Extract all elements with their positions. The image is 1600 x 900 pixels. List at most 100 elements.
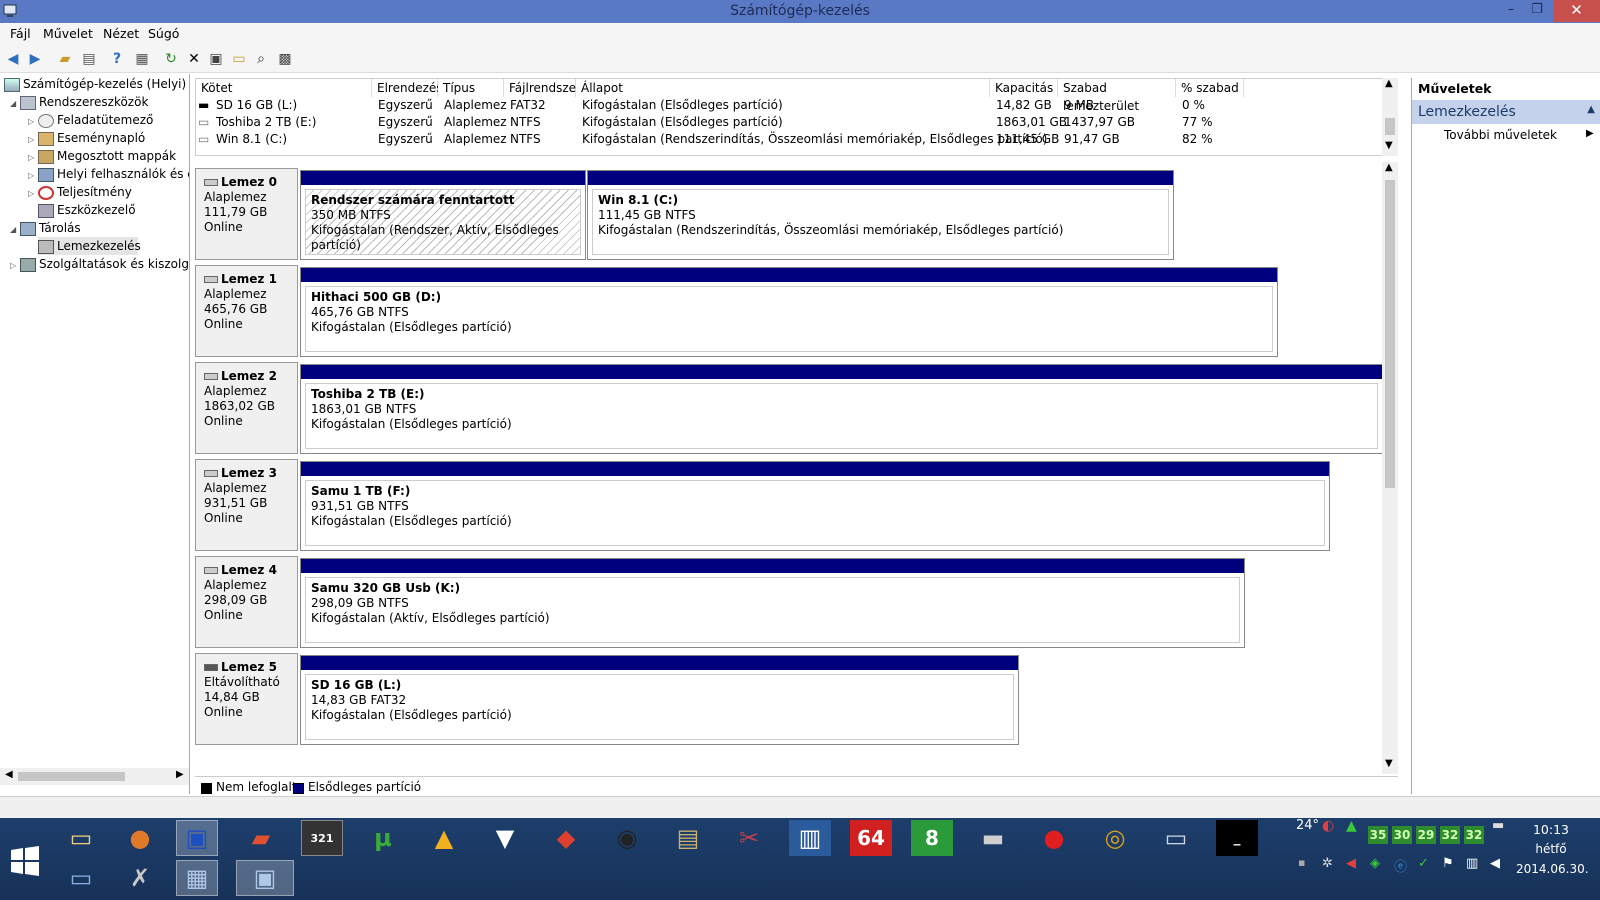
table-row[interactable]: ▬ SD 16 GB (L:) Egyszerű Alaplemez FAT32… <box>196 97 1366 114</box>
tray-temp-badge[interactable]: 35 <box>1368 826 1388 844</box>
properties-icon[interactable]: ▣ <box>207 50 225 68</box>
scrollbar-thumb[interactable] <box>1385 118 1395 135</box>
tray-shield-icon[interactable]: ◈ <box>1370 856 1380 871</box>
tree-item-local-users[interactable]: ▷ Helyi felhasználók és cs <box>28 165 189 183</box>
network-icon[interactable]: ▥ <box>1466 856 1478 871</box>
column-header-free-space[interactable]: Szabad lemezterület <box>1058 79 1176 113</box>
minimize-button[interactable]: – <box>1498 0 1524 22</box>
ccleaner-icon[interactable]: ◆ <box>545 820 587 856</box>
disk-label[interactable]: Lemez 5 Eltávolítható 14,84 GB Online <box>195 653 298 745</box>
office-icon[interactable]: ▰ <box>240 820 282 856</box>
settings-icon[interactable]: ▩ <box>276 50 294 68</box>
collapse-arrow-icon[interactable]: ◢ <box>10 221 20 239</box>
expand-arrow-icon[interactable]: ▷ <box>10 257 20 275</box>
column-header-capacity[interactable]: Kapacitás <box>990 79 1058 97</box>
forward-arrow-icon[interactable]: ▶ <box>26 50 44 68</box>
more-actions-item[interactable]: További műveletek <box>1444 128 1557 142</box>
utorrent-icon[interactable]: µ <box>362 820 404 856</box>
tree-horizontal-scrollbar[interactable]: ◀ ▶ <box>0 768 189 785</box>
tree-item-disk-management[interactable]: Lemezkezelés <box>38 237 141 255</box>
resource-monitor-icon[interactable]: ▭ <box>1155 820 1197 856</box>
disk-label[interactable]: Lemez 2 Alaplemez 1863,02 GB Online <box>195 362 298 454</box>
tray-tools-icon[interactable]: ✲ <box>1322 856 1333 871</box>
disk-5[interactable]: Lemez 5 Eltávolítható 14,84 GB Online SD… <box>195 653 1378 745</box>
flag-icon[interactable]: ⚑ <box>1442 856 1454 871</box>
partition-sd-l[interactable]: SD 16 GB (L:) 14,83 GB FAT32 Kifogástala… <box>300 655 1019 745</box>
disc-burner-icon[interactable]: ◎ <box>1094 820 1136 856</box>
menu-file[interactable]: Fájl <box>10 26 31 41</box>
menu-view[interactable]: Nézet <box>103 26 139 41</box>
delete-icon[interactable]: ✕ <box>185 50 203 68</box>
tree-item-performance[interactable]: ▷ Teljesítmény <box>28 183 132 201</box>
tray-small-icon[interactable]: ▪ <box>1298 856 1305 869</box>
disk-3[interactable]: Lemez 3 Alaplemez 931,51 GB Online Samu … <box>195 459 1378 551</box>
submenu-arrow-icon[interactable]: ▶ <box>1586 128 1594 139</box>
scrollbar-thumb[interactable] <box>1385 180 1395 488</box>
tree-item-system-tools[interactable]: ◢ Rendszereszközök <box>10 93 148 111</box>
tray-temp-badge[interactable]: 29 <box>1416 826 1436 844</box>
column-header-layout[interactable]: Elrendezés <box>372 79 443 97</box>
hard-disk-tool-icon[interactable]: ▬ <box>972 820 1014 856</box>
aimp-icon[interactable]: ▲ <box>423 820 465 856</box>
scroll-down-icon[interactable]: ▼ <box>1385 758 1393 769</box>
scroll-right-icon[interactable]: ▶ <box>176 769 184 780</box>
windows-start-icon[interactable] <box>10 846 40 876</box>
ninja-app-icon[interactable]: ◉ <box>606 820 648 856</box>
start8-icon[interactable]: 8 <box>911 820 953 856</box>
tray-skype-icon[interactable]: ⓔ <box>1394 856 1407 875</box>
aida64-icon[interactable]: 64 <box>850 820 892 856</box>
table-row[interactable]: ▭ Win 8.1 (C:) Egyszerű Alaplemez NTFS K… <box>196 131 1366 148</box>
tray-up-arrow-icon[interactable]: ▲ <box>1346 818 1357 834</box>
search-icon[interactable]: ⌕ <box>252 50 270 68</box>
table-row[interactable]: ▭ Toshiba 2 TB (E:) Egyszerű Alaplemez N… <box>196 114 1366 131</box>
file-explorer-icon[interactable]: ▭ <box>60 820 102 856</box>
actions-section-disk-management[interactable]: Lemezkezelés ▲ <box>1412 100 1600 124</box>
collapse-arrow-icon[interactable]: ◢ <box>10 95 20 113</box>
partition-toshiba-e[interactable]: Toshiba 2 TB (E:) 1863,01 GB NTFS Kifogá… <box>300 364 1383 454</box>
menu-action[interactable]: Művelet <box>43 26 93 41</box>
tree-item-task-scheduler[interactable]: ▷ Feladatütemező <box>28 111 153 129</box>
up-folder-icon[interactable]: ▰ <box>56 50 74 68</box>
volume-list-scrollbar[interactable]: ▲ ▼ <box>1382 78 1398 156</box>
partition-system-reserved[interactable]: Rendszer számára fenntartott 350 MB NTFS… <box>300 170 586 260</box>
disk-label[interactable]: Lemez 0 Alaplemez 111,79 GB Online <box>195 168 298 260</box>
help-icon[interactable]: ? <box>108 50 126 68</box>
menu-help[interactable]: Súgó <box>148 26 179 41</box>
scroll-up-icon[interactable]: ▲ <box>1385 162 1393 173</box>
tray-check-icon[interactable]: ✓ <box>1418 856 1429 871</box>
clock-time[interactable]: 10:13 <box>1516 822 1586 837</box>
disk-map-scrollbar[interactable]: ▲ ▼ <box>1382 162 1398 774</box>
calculator-icon[interactable]: ▥ <box>789 820 831 856</box>
tray-drive-icon[interactable]: ▬ <box>1492 818 1504 833</box>
scroll-down-icon[interactable]: ▼ <box>1385 140 1393 151</box>
show-hide-tree-icon[interactable]: ▤ <box>80 50 98 68</box>
scroll-left-icon[interactable]: ◀ <box>5 769 13 780</box>
disk-label[interactable]: Lemez 4 Alaplemez 298,09 GB Online <box>195 556 298 648</box>
disk-label[interactable]: Lemez 3 Alaplemez 931,51 GB Online <box>195 459 298 551</box>
collapse-up-icon[interactable]: ▲ <box>1587 104 1595 115</box>
tray-app-icon[interactable]: ◐ <box>1322 818 1334 834</box>
clock-date[interactable]: 2014.06.30. <box>1516 862 1589 876</box>
tree-root[interactable]: Számítógép-kezelés (Helyi) <box>4 75 186 93</box>
media-player-321-icon[interactable]: 321 <box>301 820 343 856</box>
tray-temp-badge[interactable]: 32 <box>1464 826 1484 844</box>
tree-item-event-viewer[interactable]: ▷ Eseménynapló <box>28 129 145 147</box>
scanner-icon[interactable]: ▤ <box>667 820 709 856</box>
disk-0[interactable]: Lemez 0 Alaplemez 111,79 GB Online Rends… <box>195 168 1378 260</box>
mask-app-icon[interactable]: ▼ <box>484 820 526 856</box>
column-header-percent-free[interactable]: % szabad <box>1176 79 1244 97</box>
tree-item-services[interactable]: ▷ Szolgáltatások és kiszolgáló <box>10 255 189 275</box>
back-arrow-icon[interactable]: ◀ <box>4 50 22 68</box>
column-header-volume[interactable]: Kötet <box>196 79 372 97</box>
clock-day[interactable]: hétfő <box>1516 842 1586 856</box>
partition-samu-usb-k[interactable]: Samu 320 GB Usb (K:) 298,09 GB NTFS Kifo… <box>300 558 1245 648</box>
refresh-icon[interactable]: ↻ <box>162 50 180 68</box>
partition-samu-f[interactable]: Samu 1 TB (F:) 931,51 GB NTFS Kifogástal… <box>300 461 1330 551</box>
scroll-up-icon[interactable]: ▲ <box>1385 78 1393 89</box>
column-header-type[interactable]: Típus <box>438 79 504 97</box>
control-panel-icon[interactable]: ▦ <box>176 860 218 896</box>
column-header-status[interactable]: Állapot <box>576 79 990 97</box>
close-button[interactable]: ✕ <box>1553 0 1600 22</box>
tray-temp-badge[interactable]: 30 <box>1392 826 1412 844</box>
scrollbar-thumb[interactable] <box>18 772 125 781</box>
